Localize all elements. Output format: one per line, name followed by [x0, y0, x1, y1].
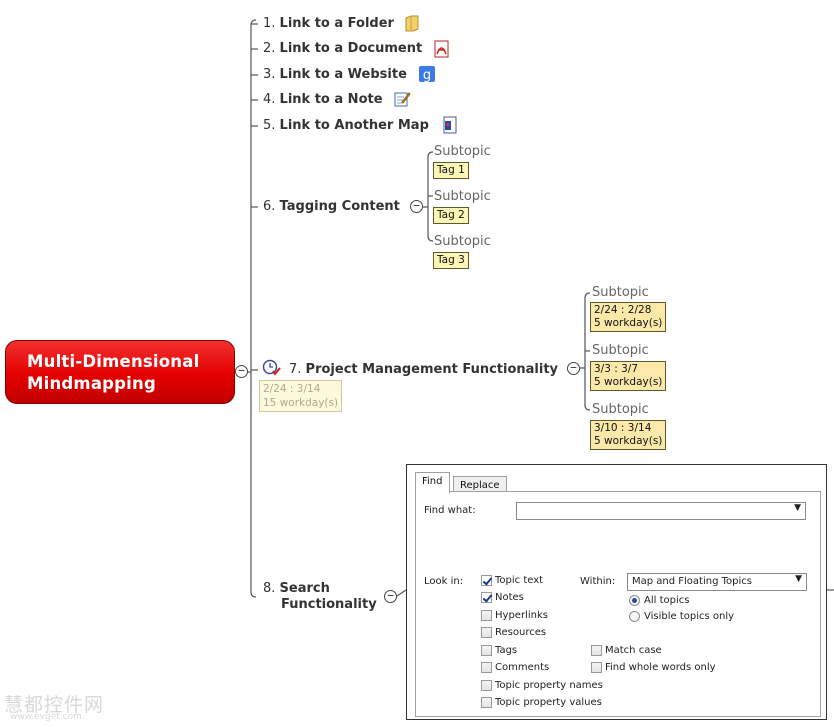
subtopic-duration: 5 workday(s) [594, 317, 663, 329]
tab-find[interactable]: Find [415, 472, 450, 493]
comments-checkbox[interactable] [481, 662, 492, 673]
resources-label: Resources [495, 627, 547, 638]
match-case-label: Match case [605, 645, 662, 656]
project-duration: 15 workday(s) [263, 397, 339, 409]
search-collapse-icon[interactable]: − [384, 590, 397, 603]
central-topic-line1: Multi-Dimensional [27, 352, 200, 371]
find-panel [415, 491, 821, 717]
notes-checkbox[interactable] [481, 592, 492, 603]
hyperlinks-checkbox[interactable] [481, 610, 492, 621]
topic-label: Project Management Functionality [305, 362, 559, 377]
within-label: Within: [580, 576, 616, 587]
dropdown-arrow-icon[interactable]: ▼ [795, 574, 802, 584]
dropdown-arrow-icon[interactable]: ▼ [794, 503, 801, 513]
notes-label: Notes [495, 592, 524, 603]
subtopic-dates: 2/24 : 2/28 [594, 304, 652, 316]
pdf-icon[interactable] [433, 40, 451, 58]
within-value: Map and Floating Topics [632, 576, 752, 587]
subtopic-duration: 5 workday(s) [594, 435, 663, 447]
whole-words-label: Find whole words only [605, 662, 716, 673]
tag-label-2: Tag 2 [433, 207, 469, 224]
map-file-icon[interactable] [441, 116, 459, 134]
property-names-label: Topic property names [495, 680, 603, 691]
project-subtopic-1-info: 2/24 : 2/28 5 workday(s) [590, 302, 667, 332]
topic-text-label: Topic text [495, 575, 544, 586]
project-subtopic-2[interactable]: Subtopic [592, 343, 649, 358]
resources-checkbox[interactable] [481, 627, 492, 638]
topic-number: 5. [263, 118, 276, 133]
topic-link-map[interactable]: 5. Link to Another Map [263, 118, 429, 133]
topic-link-note[interactable]: 4. Link to a Note [263, 92, 383, 107]
tag-label-3: Tag 3 [433, 252, 469, 269]
project-subtopic-3[interactable]: Subtopic [592, 402, 649, 417]
project-task-info: 2/24 : 3/14 15 workday(s) [259, 380, 343, 412]
find-dialog: Find Replace Find what: ▼ Look in: Withi… [406, 464, 827, 720]
tagging-subtopic-2[interactable]: Subtopic [434, 189, 491, 204]
topic-number: 4. [263, 92, 276, 107]
project-subtopic-3-info: 3/10 : 3/14 5 workday(s) [590, 420, 667, 450]
topic-label: Link to a Note [279, 92, 383, 107]
note-icon[interactable] [393, 90, 411, 108]
tag-label-1: Tag 1 [433, 162, 469, 179]
topic-label-line1: Search [279, 581, 330, 596]
property-values-checkbox[interactable] [481, 697, 492, 708]
topic-number: 6. [263, 199, 276, 214]
topic-label: Link to a Folder [279, 16, 394, 31]
look-in-label: Look in: [424, 576, 464, 587]
topic-tagging-content[interactable]: 6. Tagging Content [263, 199, 400, 214]
project-dates: 2/24 : 3/14 [263, 383, 321, 395]
find-what-label: Find what: [424, 505, 476, 516]
find-what-input[interactable]: ▼ [516, 502, 806, 520]
project-subtopic-2-info: 3/3 : 3/7 5 workday(s) [590, 361, 667, 391]
topic-link-folder[interactable]: 1. Link to a Folder [263, 16, 394, 31]
topic-project-management[interactable]: 7. Project Management Functionality [289, 362, 558, 377]
google-icon[interactable]: g [418, 65, 436, 83]
topic-text-checkbox[interactable] [481, 575, 492, 586]
tagging-subtopic-1[interactable]: Subtopic [434, 144, 491, 159]
topic-link-website[interactable]: 3. Link to a Website [263, 67, 407, 82]
all-topics-label: All topics [644, 595, 690, 606]
match-case-checkbox[interactable] [591, 645, 602, 656]
tagging-collapse-icon[interactable]: − [410, 200, 423, 213]
property-values-label: Topic property values [495, 697, 602, 708]
all-topics-radio[interactable] [629, 595, 640, 606]
visible-topics-radio[interactable] [629, 611, 640, 622]
project-collapse-icon[interactable]: − [567, 362, 580, 375]
topic-label: Link to a Document [279, 41, 423, 56]
topic-label-line2: Functionality [281, 597, 377, 612]
tags-label: Tags [495, 645, 518, 656]
whole-words-checkbox[interactable] [591, 662, 602, 673]
svg-text:g: g [423, 68, 431, 83]
visible-topics-label: Visible topics only [644, 611, 735, 622]
project-subtopic-1[interactable]: Subtopic [592, 285, 649, 300]
hyperlinks-label: Hyperlinks [495, 610, 548, 621]
task-clock-icon [262, 359, 281, 376]
topic-number: 3. [263, 67, 276, 82]
topic-number: 8. [263, 581, 276, 596]
topic-search-functionality[interactable]: 8. Search Functionality [263, 581, 377, 613]
topic-number: 7. [289, 362, 302, 377]
watermark-url: www.evget.com [10, 712, 82, 722]
topic-link-document[interactable]: 2. Link to a Document [263, 41, 422, 56]
folder-icon[interactable] [404, 14, 420, 32]
central-collapse-icon[interactable]: − [235, 365, 248, 378]
topic-number: 2. [263, 41, 276, 56]
subtopic-duration: 5 workday(s) [594, 376, 663, 388]
subtopic-dates: 3/3 : 3/7 [594, 363, 639, 375]
central-topic[interactable]: Multi-Dimensional Mindmapping [5, 340, 235, 404]
topic-label: Link to Another Map [279, 118, 429, 133]
subtopic-dates: 3/10 : 3/14 [594, 422, 652, 434]
tagging-subtopic-3[interactable]: Subtopic [434, 234, 491, 249]
topic-label: Link to a Website [279, 67, 407, 82]
property-names-checkbox[interactable] [481, 680, 492, 691]
topic-number: 1. [263, 16, 276, 31]
comments-label: Comments [495, 662, 550, 673]
tags-checkbox[interactable] [481, 645, 492, 656]
within-select[interactable]: Map and Floating Topics ▼ [627, 573, 807, 591]
central-topic-line2: Mindmapping [27, 374, 156, 393]
topic-label: Tagging Content [279, 199, 400, 214]
